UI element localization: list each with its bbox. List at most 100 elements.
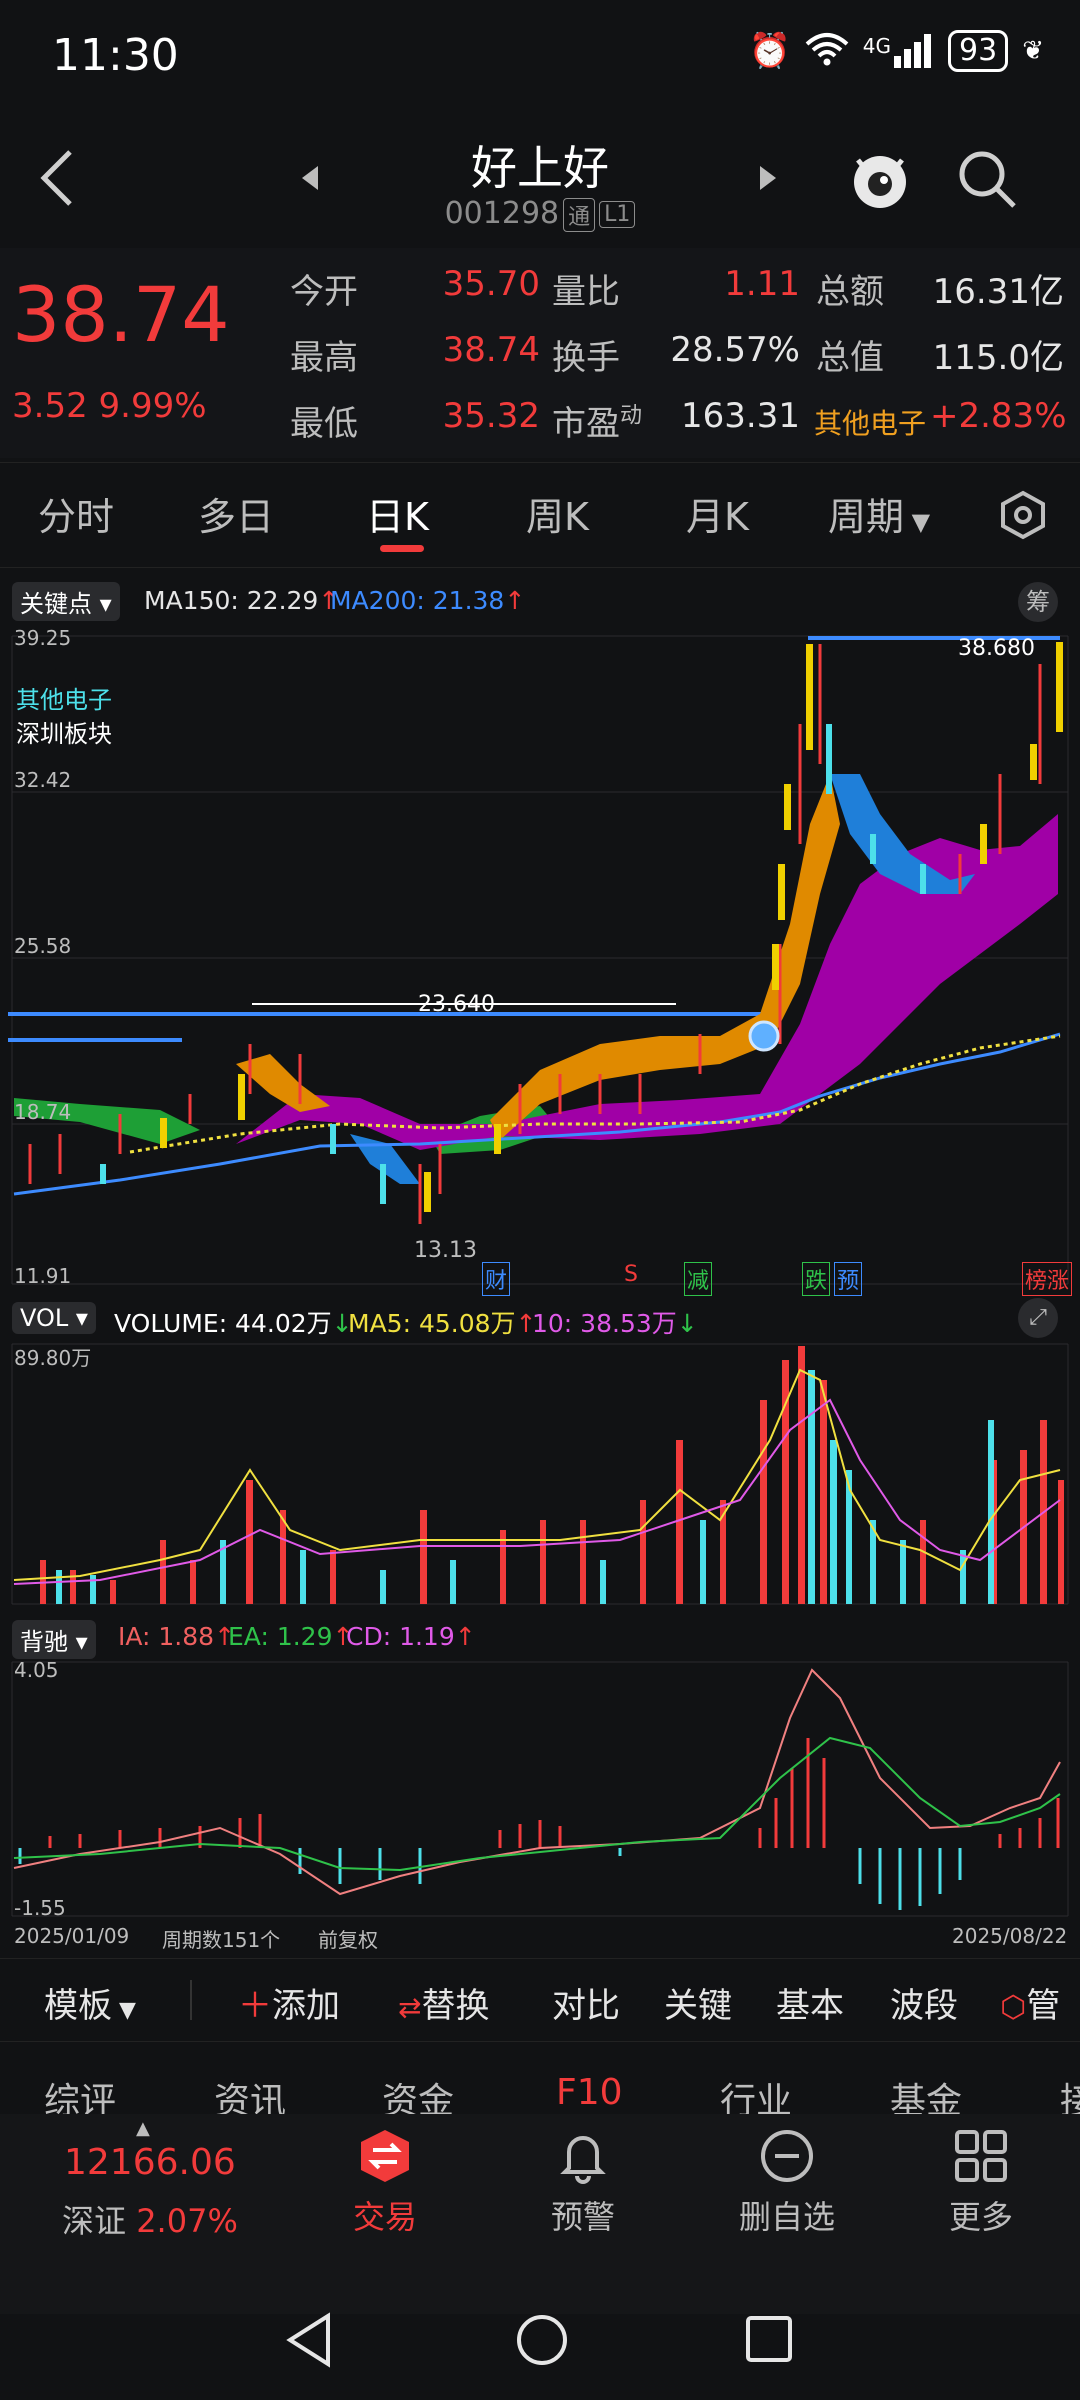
sector-change[interactable]: +2.83% [930,396,1067,436]
event-marker[interactable]: 跌 [802,1262,831,1296]
l1-tag: L1 [599,201,636,228]
y-tick: 32.42 [14,768,72,792]
quote-value: 28.57% [670,330,800,370]
status-time: 11:30 [52,30,179,81]
basic-button[interactable]: 基本 [776,1978,844,2027]
quote-label: 今开 [290,272,358,312]
status-bar: 11:30 ⏰ 4G 93 ❦ [0,0,1080,118]
quote-label: 量比 [552,272,620,312]
tab-daily-k[interactable]: 日K [366,486,429,541]
quote-value: 1.11 [724,264,800,304]
nav-trade[interactable]: 交易 [330,2128,440,2238]
mascot-icon[interactable] [848,144,912,218]
quote-label: 最低 [290,404,358,444]
index-value[interactable]: 12166.06 [64,2142,236,2183]
y-tick: 18.74 [14,1100,72,1124]
high-price-label: 38.680 [958,636,1035,661]
adjust-mode: 前复权 [318,1928,378,1952]
quote-value: 163.31 [681,396,800,436]
swap-icon: ⇄ [398,1991,422,2024]
indicator-selector[interactable]: 关键点 ▾ [12,582,120,621]
hexagon-icon: ⬡ [1000,1990,1027,2025]
kline-chart[interactable] [0,624,1080,1290]
compare-button[interactable]: 对比 [552,1978,620,2027]
add-button[interactable]: ＋添加 [238,1978,340,2027]
status-icons: ⏰ 4G 93 ❦ [748,30,1044,72]
plus-icon: ＋ [238,1986,272,2026]
ma150-label: MA150: 22.29↑ [144,586,340,615]
subtab-funds[interactable]: 资金 [382,2072,454,2114]
macd-ymin: -1.55 [14,1896,66,1920]
system-back-icon[interactable] [284,2312,334,2372]
quote-label: 市盈动 [552,403,643,444]
stock-code: 001298 通 L1 [0,196,1080,232]
volume-chart[interactable] [0,1340,1080,1606]
index-up-arrow-icon: ▲ [136,2118,150,2139]
tab-period[interactable]: 周期 ▼ [828,486,930,541]
period-count: 周期数151个 [162,1928,281,1952]
expand-icon[interactable]: ⤢ [1018,1298,1058,1338]
subtab-more[interactable]: 接 [1060,2072,1080,2114]
event-marker[interactable]: 榜涨 [1022,1262,1073,1296]
date-end: 2025/08/22 [952,1924,1068,1948]
subtab-industry[interactable]: 行业 [720,2072,792,2114]
quote-value: 115.0亿 [932,338,1064,378]
sector-label-2[interactable]: 深圳板块 [16,714,112,749]
index-info[interactable]: 深证 2.07% [62,2196,238,2242]
quote-value: 38.74 [442,330,540,370]
settings-hexagon-icon[interactable] [998,490,1048,544]
key-button[interactable]: 关键 [664,1978,732,2027]
tab-monthly-k[interactable]: 月K [686,486,749,541]
subtab-fund[interactable]: 基金 [890,2072,962,2114]
grid-icon [955,2130,1007,2182]
subtab-summary[interactable]: 综评 [44,2072,116,2114]
wave-button[interactable]: 波段 [890,1978,958,2027]
info-subtabs: 综评 资讯 资金 F10 行业 基金 接 [0,2044,1080,2114]
toolbar-divider [190,1980,192,2020]
system-recents-icon[interactable] [744,2314,794,2368]
replace-button[interactable]: ⇄替换 [398,1978,489,2027]
subtab-news[interactable]: 资讯 [214,2072,286,2114]
chevron-down-icon: ▼ [904,508,931,536]
manage-button[interactable]: ⬡管 [1000,1978,1060,2027]
template-button[interactable]: 模板 ▼ [44,1978,136,2027]
event-marker[interactable]: 预 [834,1262,863,1296]
quote-label: 总额 [816,272,884,312]
system-home-icon[interactable] [514,2312,570,2372]
price-change: 3.52 9.99% [12,386,207,426]
tab-intraday[interactable]: 分时 [38,486,114,541]
battery-indicator: 93 [948,30,1009,72]
nav-remove-watchlist[interactable]: 删自选 [722,2128,852,2238]
volume-label: VOLUME: 44.02万↓ [114,1309,353,1338]
cd-label: CD: 1.19↑ [346,1622,476,1651]
sector-label-1[interactable]: 其他电子 [16,680,112,715]
y-tick: 11.91 [14,1264,72,1288]
quote-label: 换手 [552,338,620,378]
vol-ma10-label: 10: 38.53万↓ [532,1309,698,1338]
chip-distribution-button[interactable]: 筹 [1018,582,1058,622]
nav-alert[interactable]: 预警 [528,2128,638,2238]
macd-chart[interactable] [0,1658,1080,1920]
tab-multiday[interactable]: 多日 [198,486,274,541]
minus-circle-icon [761,2130,813,2182]
event-marker[interactable]: 减 [684,1262,713,1296]
subtab-f10[interactable]: F10 [556,2072,623,2113]
ma200-label: MA200: 21.38↑ [330,586,526,615]
tab-weekly-k[interactable]: 周K [526,486,589,541]
event-marker[interactable]: S [624,1262,638,1287]
y-tick: 39.25 [14,626,72,650]
nav-more[interactable]: 更多 [926,2128,1036,2238]
event-marker[interactable]: 财 [482,1262,511,1296]
low-price-label: 13.13 [414,1238,477,1263]
volume-selector[interactable]: VOL ▾ [12,1302,96,1334]
macd-ymax: 4.05 [14,1658,59,1682]
search-icon[interactable] [956,148,1018,214]
macd-selector[interactable]: 背驰 ▾ [12,1620,96,1659]
leaf-icon: ❦ [1022,36,1044,66]
alarm-icon: ⏰ [748,31,791,71]
bell-icon [560,2136,606,2184]
sector-name[interactable]: 其他电子 [814,402,926,442]
ia-label: IA: 1.88↑ [118,1622,236,1651]
wifi-icon [805,32,849,70]
quote-label-sup: 动 [620,403,643,429]
